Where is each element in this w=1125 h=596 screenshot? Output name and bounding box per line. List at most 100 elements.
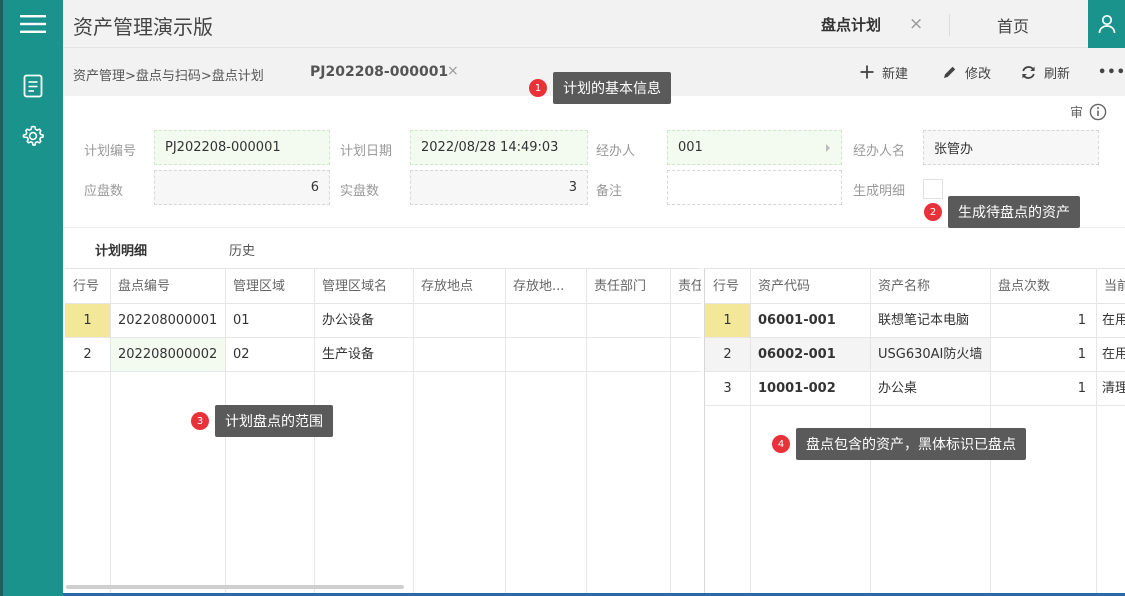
column-header[interactable]: 盘点次数 bbox=[990, 269, 1096, 304]
row-number: 2 bbox=[705, 338, 750, 371]
column-header[interactable]: 行号 bbox=[65, 269, 110, 304]
audit-label: 审 bbox=[1070, 106, 1084, 121]
table-cell: 06001-001 bbox=[758, 313, 836, 328]
column-header[interactable]: 行号 bbox=[705, 269, 750, 304]
remark-label: 备注 bbox=[596, 184, 623, 199]
tab-history[interactable]: 历史 bbox=[229, 240, 255, 259]
table-row[interactable]: 2 06002-001 USG630AI防火墙 1 在用 bbox=[705, 338, 1125, 372]
table-cell bbox=[413, 338, 505, 371]
column-divider bbox=[413, 269, 414, 593]
column-header[interactable]: 责任部门 bbox=[586, 269, 670, 304]
table-cell: 在用 bbox=[1102, 313, 1125, 328]
actual-count-field: 3 bbox=[410, 170, 588, 205]
table-cell: 10001-002 bbox=[758, 381, 836, 396]
handler-field[interactable]: 001 bbox=[667, 130, 842, 165]
column-divider bbox=[110, 269, 111, 593]
table-cell: 清理 bbox=[1102, 381, 1125, 396]
edit-button[interactable]: 修改 bbox=[942, 62, 991, 82]
plan-no-field[interactable]: PJ202208-000001 bbox=[154, 130, 330, 165]
asset-grid-header: 行号 资产代码 资产名称 盘点次数 当前 bbox=[705, 269, 1125, 304]
plan-no-label: 计划编号 bbox=[84, 144, 137, 159]
menu-button[interactable] bbox=[3, 0, 63, 48]
handler-name-field: 张管办 bbox=[923, 130, 1099, 165]
callout-plan-range: 3 计划盘点的范围 bbox=[191, 405, 333, 437]
column-divider bbox=[670, 269, 671, 593]
callout-text: 计划的基本信息 bbox=[553, 72, 671, 104]
audit-status[interactable]: 审 bbox=[1070, 102, 1107, 121]
user-icon bbox=[1098, 14, 1115, 34]
table-cell: 1 bbox=[1077, 347, 1086, 362]
table-cell: USG630AI防火墙 bbox=[870, 338, 990, 371]
range-grid: 行号 盘点编号 管理区域 管理区域名 存放地点 存放地... 责任部门 责任 1… bbox=[65, 268, 701, 593]
refresh-button-label: 刷新 bbox=[1044, 66, 1071, 82]
refresh-button[interactable]: 刷新 bbox=[1021, 62, 1070, 82]
row-number: 3 bbox=[723, 381, 732, 396]
new-button-label: 新建 bbox=[882, 66, 909, 82]
table-cell: 02 bbox=[233, 347, 250, 362]
column-header[interactable]: 存放地... bbox=[505, 269, 586, 304]
column-header[interactable]: 存放地点 bbox=[413, 269, 505, 304]
tab-plan-detail[interactable]: 计划明细 bbox=[95, 240, 147, 259]
hamburger-icon bbox=[20, 15, 46, 33]
breadcrumb[interactable]: 资产管理>盘点与扫码>盘点计划 bbox=[73, 65, 264, 84]
sidebar-item-documents[interactable] bbox=[3, 62, 63, 110]
tab-label: 盘点计划 bbox=[821, 15, 882, 34]
remark-field[interactable] bbox=[667, 170, 842, 205]
table-row[interactable]: 2 202208000002 02 生产设备 bbox=[65, 338, 701, 372]
pencil-icon bbox=[944, 66, 956, 78]
table-cell bbox=[413, 304, 505, 337]
callout-badge: 1 bbox=[529, 79, 547, 97]
table-row[interactable]: 3 10001-002 办公桌 1 清理 bbox=[705, 372, 1125, 406]
more-button[interactable]: ••• bbox=[1098, 62, 1125, 82]
row-number: 2 bbox=[83, 347, 92, 362]
column-header[interactable]: 资产代码 bbox=[750, 269, 870, 304]
expected-count-label: 应盘数 bbox=[84, 184, 124, 199]
tab-close-icon[interactable]: × bbox=[909, 14, 923, 34]
column-header[interactable]: 资产名称 bbox=[870, 269, 990, 304]
table-row[interactable]: 1 06001-001 联想笔记本电脑 1 在用 bbox=[705, 304, 1125, 338]
plan-date-label: 计划日期 bbox=[340, 144, 393, 159]
column-divider bbox=[750, 269, 751, 593]
table-cell: 06002-001 bbox=[750, 338, 870, 371]
column-header[interactable]: 管理区域名 bbox=[314, 269, 413, 304]
column-header[interactable]: 管理区域 bbox=[225, 269, 314, 304]
table-cell: 1 bbox=[1077, 313, 1086, 328]
column-header[interactable]: 当前 bbox=[1096, 269, 1125, 304]
sidebar bbox=[3, 0, 63, 596]
close-document-icon[interactable]: × bbox=[447, 63, 459, 79]
row-number: 1 bbox=[705, 304, 750, 337]
sidebar-item-settings[interactable] bbox=[3, 112, 63, 160]
table-row[interactable]: 1 202208000001 01 办公设备 bbox=[65, 304, 701, 338]
handler-value: 001 bbox=[678, 140, 703, 155]
table-cell: 01 bbox=[233, 313, 250, 328]
tab-inventory-plan[interactable]: 盘点计划 × bbox=[803, 0, 943, 48]
handler-label: 经办人 bbox=[596, 144, 636, 159]
column-divider bbox=[505, 269, 506, 593]
caret-right-icon[interactable] bbox=[825, 143, 831, 152]
app-title: 资产管理演示版 bbox=[73, 15, 213, 39]
table-cell bbox=[505, 304, 586, 337]
table-cell: 202208000002 bbox=[110, 338, 225, 371]
document-number: PJ202208-000001 bbox=[310, 64, 449, 80]
generate-detail-label: 生成明细 bbox=[853, 184, 906, 199]
tab-home[interactable]: 首页 bbox=[997, 13, 1029, 37]
callout-basic-info: 1 计划的基本信息 bbox=[529, 72, 671, 104]
top-bar: 资产管理演示版 盘点计划 × 首页 bbox=[63, 0, 1125, 48]
callout-badge: 2 bbox=[924, 203, 942, 221]
column-divider bbox=[586, 269, 587, 593]
tab-separator bbox=[949, 14, 950, 36]
info-icon bbox=[1089, 103, 1107, 120]
column-header[interactable]: 盘点编号 bbox=[110, 269, 225, 304]
callout-text: 盘点包含的资产，黑体标识已盘点 bbox=[796, 428, 1026, 460]
plan-date-field[interactable]: 2022/08/28 14:49:03 bbox=[410, 130, 588, 165]
table-cell: 办公桌 bbox=[878, 381, 918, 396]
horizontal-scrollbar[interactable] bbox=[66, 585, 404, 589]
table-cell bbox=[670, 338, 701, 371]
column-header[interactable]: 责任 bbox=[670, 269, 701, 304]
handler-name-label: 经办人名 bbox=[853, 144, 906, 159]
edit-button-label: 修改 bbox=[965, 66, 992, 82]
new-button[interactable]: 新建 bbox=[860, 62, 908, 82]
table-cell bbox=[505, 338, 586, 371]
table-cell: 办公设备 bbox=[322, 313, 375, 328]
user-button[interactable] bbox=[1088, 0, 1125, 48]
